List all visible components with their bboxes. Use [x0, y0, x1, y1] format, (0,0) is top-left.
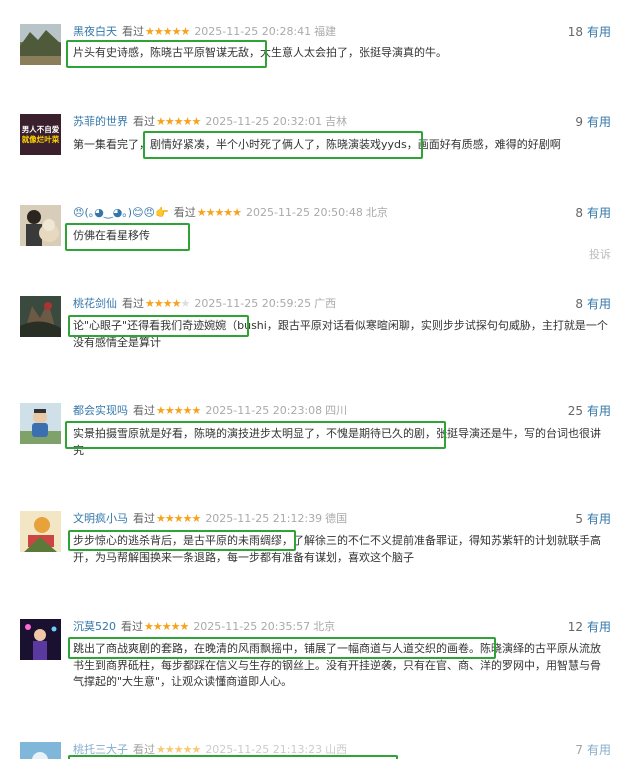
vote-count: 8	[575, 206, 583, 220]
avatar[interactable]	[20, 205, 61, 246]
watched-label: 看过	[133, 743, 155, 756]
avatar-text: 就像烂叶菜	[21, 134, 60, 144]
review-location: 北京	[313, 620, 336, 633]
review-time: 2025-11-25 20:35:57	[193, 620, 311, 633]
watched-label: 看过	[173, 206, 196, 219]
avatar[interactable]	[20, 619, 61, 660]
review-time: 2025-11-25 20:28:41	[194, 25, 312, 38]
useful-votes[interactable]: 8 有用	[575, 205, 611, 221]
watched-label: 看过	[121, 620, 143, 633]
watched-label: 看过	[133, 404, 155, 417]
useful-button[interactable]: 有用	[587, 206, 611, 220]
review-location: 广西	[314, 297, 337, 310]
reviewer-name[interactable]: 桃花剑仙	[73, 297, 117, 310]
review-comment: 仿佛在看星移传	[73, 229, 150, 242]
useful-votes[interactable]: 18 有用	[568, 24, 611, 40]
review-comment: 步步惊心的逃杀背后，是古平原的未雨绸缪，了解徐三的不仁不义提前准备罪证，得知苏紫…	[73, 534, 601, 564]
useful-button[interactable]: 有用	[587, 620, 611, 634]
review-meta: 苏菲的世界 看过★★★★★ 2025-11-25 20:32:01 吉林	[73, 114, 347, 130]
avatar[interactable]	[20, 24, 61, 65]
rating-stars: ★★★★★	[145, 25, 190, 38]
avatar[interactable]	[20, 511, 61, 552]
reviewer-name[interactable]: 黑夜白天	[73, 25, 117, 38]
reviewer-name[interactable]: 桃托三大子	[73, 743, 128, 756]
useful-button[interactable]: 有用	[587, 743, 611, 757]
useful-votes[interactable]: 12 有用	[568, 619, 611, 635]
reviewer-name[interactable]: 文明疯小马	[73, 512, 128, 525]
review-location: 山西	[325, 743, 348, 756]
rating-stars: ★★★★★	[144, 620, 189, 633]
useful-button[interactable]: 有用	[587, 404, 611, 418]
review-comment: 第一集看完了，剧情好紧凑，半个小时死了俩人了，陈晓演装戏yyds，画面好有质感，…	[73, 138, 561, 151]
avatar[interactable]	[20, 296, 61, 337]
watched-label: 看过	[122, 25, 144, 38]
watched-label: 看过	[133, 115, 155, 128]
vote-count: 7	[575, 743, 583, 757]
rating-stars: ★★★★★	[156, 743, 201, 756]
review-meta: 黑夜白天 看过★★★★★ 2025-11-25 20:28:41 福建	[73, 24, 336, 40]
avatar[interactable]: 男人不自爱 就像烂叶菜	[20, 114, 61, 155]
review-time: 2025-11-25 21:12:39	[205, 512, 323, 525]
avatar[interactable]	[20, 403, 61, 444]
reviewer-name[interactable]: 都会实现吗	[73, 404, 128, 417]
review-time: 2025-11-25 20:59:25	[194, 297, 312, 310]
review-time: 2025-11-25 21:13:23	[205, 743, 323, 756]
rating-stars: ★★★★★	[156, 404, 201, 417]
useful-button[interactable]: 有用	[587, 512, 611, 526]
review-time: 2025-11-25 20:23:08	[205, 404, 323, 417]
rating-stars: ★★★★★	[156, 512, 201, 525]
avatar[interactable]	[20, 742, 61, 759]
report-button[interactable]: 投诉	[589, 246, 611, 262]
useful-votes[interactable]: 9 有用	[575, 114, 611, 130]
vote-count: 25	[567, 404, 583, 418]
review-comment: 论"心眼子"还得看我们奇迹婉婉（bushi，跟古平原对话看似寒暄闲聊，实则步步试…	[73, 319, 608, 349]
review-meta: 😠(｡◕‿◕｡)😊😠👉 看过★★★★★ 2025-11-25 20:50:48 北京	[73, 205, 388, 221]
review-location: 北京	[365, 206, 388, 219]
review-meta: 沉莫520 看过★★★★★ 2025-11-25 20:35:57 北京	[73, 619, 335, 635]
useful-votes[interactable]: 5 有用	[575, 511, 611, 527]
vote-count: 5	[575, 512, 583, 526]
vote-count: 8	[575, 297, 583, 311]
useful-votes[interactable]: 25 有用	[568, 403, 611, 419]
rating-stars: ★★★★★	[196, 206, 242, 219]
review-comment: 跳出了商战爽剧的套路，在晚清的风雨飘摇中，铺展了一幅商道与人道交织的画卷。陈晓演…	[73, 642, 601, 688]
useful-votes[interactable]: 7 有用	[575, 742, 611, 758]
reviewer-name[interactable]: 😠(｡◕‿◕｡)😊😠👉	[73, 206, 169, 219]
review-time: 2025-11-25 20:50:48	[246, 206, 363, 219]
review-location: 德国	[325, 512, 348, 525]
review-comment: 片头有史诗感，陈晓古平原智谋无敌，大生意人太会拍了，张挺导演真的牛。	[73, 46, 447, 59]
review-meta: 桃花剑仙 看过★★★★★ 2025-11-25 20:59:25 广西	[73, 296, 336, 312]
rating-stars: ★★★★★	[156, 115, 201, 128]
review-meta: 文明疯小马 看过★★★★★ 2025-11-25 21:12:39 德国	[73, 511, 347, 527]
review-meta: 都会实现吗 看过★★★★★ 2025-11-25 20:23:08 四川	[73, 403, 347, 419]
vote-count: 18	[567, 25, 583, 39]
reviewer-name[interactable]: 苏菲的世界	[73, 115, 128, 128]
review-location: 福建	[314, 25, 337, 38]
review-location: 四川	[325, 404, 348, 417]
useful-button[interactable]: 有用	[587, 115, 611, 129]
reviewer-name[interactable]: 沉莫520	[73, 620, 116, 633]
useful-button[interactable]: 有用	[587, 297, 611, 311]
rating-stars: ★★★★★	[145, 297, 190, 310]
review-time: 2025-11-25 20:32:01	[205, 115, 323, 128]
avatar-text: 男人不自爱	[21, 124, 60, 134]
watched-label: 看过	[133, 512, 155, 525]
vote-count: 9	[575, 115, 583, 129]
review-location: 吉林	[325, 115, 348, 128]
review-comment: 实景拍摄雪原就是好看，陈晓的演技进步太明显了，不愧是期待已久的剧，张挺导演还是牛…	[73, 427, 601, 457]
vote-count: 12	[567, 620, 583, 634]
useful-button[interactable]: 有用	[587, 25, 611, 39]
watched-label: 看过	[122, 297, 144, 310]
review-meta: 桃托三大子 看过★★★★★ 2025-11-25 21:13:23 山西	[73, 742, 347, 758]
useful-votes[interactable]: 8 有用	[575, 296, 611, 312]
